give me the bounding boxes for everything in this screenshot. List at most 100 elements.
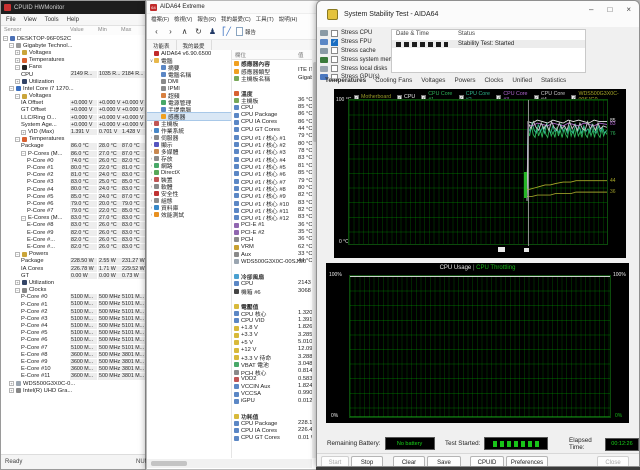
collapse-icon[interactable]: − [15, 94, 20, 99]
collapse-icon[interactable]: − [21, 216, 26, 221]
pane-item-row[interactable]: CPU 核心1.320 V [232, 310, 312, 317]
aida-menu-3[interactable]: 我的最愛(C) [221, 15, 251, 23]
log-col-status[interactable]: Status [458, 31, 475, 37]
category-item[interactable]: ›網路 [147, 162, 231, 169]
sensor-row[interactable]: P-Core #383.0 °C25.0 °C85.0 °C [1, 179, 145, 186]
sensor-row[interactable]: E-Core #...82.0 °C26.0 °C83.0 °C [1, 243, 145, 250]
pane-item-row[interactable]: iGPU0.012 V [232, 398, 312, 405]
hw-menu-file[interactable]: File [6, 17, 16, 23]
expand-icon[interactable]: + [15, 280, 20, 285]
sensor-row[interactable]: −Voltages [1, 93, 145, 100]
sensor-row[interactable]: P-Core #45100 M...500 MHz5101 M... [1, 323, 145, 330]
sensor-row[interactable]: −Intel Core i7 1270... [1, 85, 145, 92]
aida-menu-2[interactable]: 報告(R) [197, 15, 216, 23]
pane-col-field[interactable]: 欄位 [235, 51, 246, 59]
sensor-row[interactable]: P-Core #25100 M...500 MHz5101 M... [1, 308, 145, 315]
pane-item-row[interactable]: CPU #1 / 核心 #1283 °C [232, 214, 312, 221]
sensor-row[interactable]: P-Core #65100 M...500 MHz5101 M... [1, 337, 145, 344]
stress-checkbox[interactable] [331, 56, 338, 63]
stress-checkbox[interactable] [331, 65, 338, 72]
sensor-row[interactable]: E-Core #883.0 °C26.0 °C83.0 °C [1, 222, 145, 229]
sensor-row[interactable]: IA Offset+0.000 V+0.000 V+0.000 V [1, 100, 145, 107]
category-item[interactable]: ›DirectX [147, 169, 231, 176]
pane-item-row[interactable]: CPU IA Cores86 °C [232, 119, 312, 126]
category-item[interactable]: ›多媒體 [147, 148, 231, 155]
stress-checkbox[interactable] [331, 47, 338, 54]
pane-item-row[interactable]: 機箱 #63068 RPM [232, 288, 312, 295]
hw-menu-view[interactable]: View [24, 17, 37, 23]
collapse-icon[interactable]: − [15, 252, 20, 257]
category-item[interactable]: ›安全性 [147, 190, 231, 197]
sensor-row[interactable]: Package228.50 W2.55 W231.27 W [1, 258, 145, 265]
log-row[interactable]: Stability Test: Started [392, 40, 585, 48]
sensor-row[interactable]: P-Core #05100 M...500 MHz5101 M... [1, 294, 145, 301]
expand-icon[interactable]: + [15, 79, 20, 84]
collapse-icon[interactable]: − [15, 288, 20, 293]
collapse-icon[interactable]: − [3, 36, 8, 41]
pane-item-row[interactable]: +3.3 V3.285 V [232, 332, 312, 339]
sensor-row[interactable]: E-Core #113600 M...500 MHz3801 M... [1, 373, 145, 380]
sensor-row[interactable]: −Temperatures [1, 136, 145, 143]
category-item[interactable]: ›組態 [147, 197, 231, 204]
collapse-icon[interactable]: − [9, 86, 14, 91]
expand-icon[interactable]: + [21, 130, 26, 135]
sensor-row[interactable]: E-Core #...82.0 °C26.0 °C83.0 °C [1, 236, 145, 243]
sensor-row[interactable]: +Utilization [1, 279, 145, 286]
aida-menu-0[interactable]: 檔案(F) [151, 15, 169, 23]
graph-tab-voltages[interactable]: Voltages [421, 77, 445, 84]
sensor-row[interactable]: E-Core #93600 M...500 MHz3801 M... [1, 358, 145, 365]
collapse-icon[interactable]: − [15, 65, 20, 70]
pane-col-value[interactable]: 值 [298, 51, 304, 59]
category-item[interactable]: IPMI [147, 85, 231, 92]
sensor-row[interactable]: GT Offset+0.000 V+0.000 V+0.000 V [1, 107, 145, 114]
minimize-icon[interactable]: – [589, 5, 593, 14]
pane-item-row[interactable]: PCI-E #235 °C [232, 229, 312, 236]
hw-menu-tools[interactable]: Tools [45, 17, 59, 23]
sensor-row[interactable]: −DESKTOP-96F0S2C [1, 35, 145, 42]
preferences-button[interactable]: Preferences [506, 456, 548, 467]
aida-menu-1[interactable]: 檢視(V) [174, 15, 192, 23]
cpuid-button[interactable]: CPUID [470, 456, 504, 467]
graph-tab-unified[interactable]: Unified [512, 77, 532, 84]
graph-tab-temperatures[interactable]: Temperatures [325, 77, 366, 84]
expand-icon[interactable]: + [9, 388, 14, 393]
pane-item-row[interactable]: Aux33 °C [232, 251, 312, 258]
collapse-icon[interactable]: − [9, 43, 14, 48]
sensor-row[interactable]: +Temperatures [1, 57, 145, 64]
sensor-row[interactable]: System Age...+0.000 V+0.000 V+0.000 V [1, 121, 145, 128]
pane-item-row[interactable]: CPU Package228.15 W [232, 420, 312, 427]
sensor-row[interactable]: E-Core #982.0 °C26.0 °C83.0 °C [1, 229, 145, 236]
pane-item-row[interactable]: PCI-E #136 °C [232, 222, 312, 229]
user-icon[interactable]: ♟ [208, 27, 217, 36]
category-item[interactable]: ›作業系統 [147, 127, 231, 134]
sensor-row[interactable]: P-Core #779.0 °C22.0 °C85.0 °C [1, 208, 145, 215]
chart-icon[interactable]: ⎡╱ [222, 27, 231, 36]
scrollbar-thumb[interactable] [151, 461, 187, 466]
sensor-row[interactable]: −Clocks [1, 287, 145, 294]
sensor-row[interactable]: Package86.0 °C28.0 °C87.0 °C [1, 143, 145, 150]
pane-item-row[interactable]: CPU IA Cores226.43 W [232, 427, 312, 434]
pane-item-row[interactable]: VCCIN Aux1.824 V [232, 383, 312, 390]
category-item[interactable]: ›軟體 [147, 183, 231, 190]
graph-tab-clocks[interactable]: Clocks [484, 77, 503, 84]
col-sensor[interactable]: Sensor [4, 27, 21, 33]
graph-tab-cooling-fans[interactable]: Cooling Fans [375, 77, 412, 84]
pane-item-row[interactable]: CPU VID1.391 V [232, 317, 312, 324]
sensor-row[interactable]: E-Core #83600 M...500 MHz3801 M... [1, 351, 145, 358]
close-icon[interactable]: × [626, 5, 631, 14]
pane-item-row[interactable]: +5 V5.010 V [232, 339, 312, 346]
graph-tab-powers[interactable]: Powers [454, 77, 475, 84]
sensor-row[interactable]: P-Core #35100 M...500 MHz5101 M... [1, 315, 145, 322]
category-item[interactable]: ›存放 [147, 155, 231, 162]
category-item[interactable]: ∨電腦 [147, 57, 231, 64]
stress-checkbox[interactable] [331, 30, 338, 37]
category-item[interactable]: 電腦名稱 [147, 71, 231, 78]
pane-item-row[interactable]: VDD20.583 V [232, 376, 312, 383]
log-col-datetime[interactable]: Date & Time [396, 31, 429, 37]
sensor-row[interactable]: P-Core #585.0 °C24.0 °C87.0 °C [1, 193, 145, 200]
sensor-row[interactable]: +Intel(R) UHD Gra... [1, 387, 145, 394]
sensor-row[interactable]: P-Core #480.0 °C24.0 °C83.0 °C [1, 186, 145, 193]
pane-item-row[interactable]: WDS500G3X0C-00SJG044 °C [232, 258, 312, 265]
clear-button[interactable]: Clear [393, 456, 425, 467]
graph-tab-statistics[interactable]: Statistics [541, 77, 566, 84]
